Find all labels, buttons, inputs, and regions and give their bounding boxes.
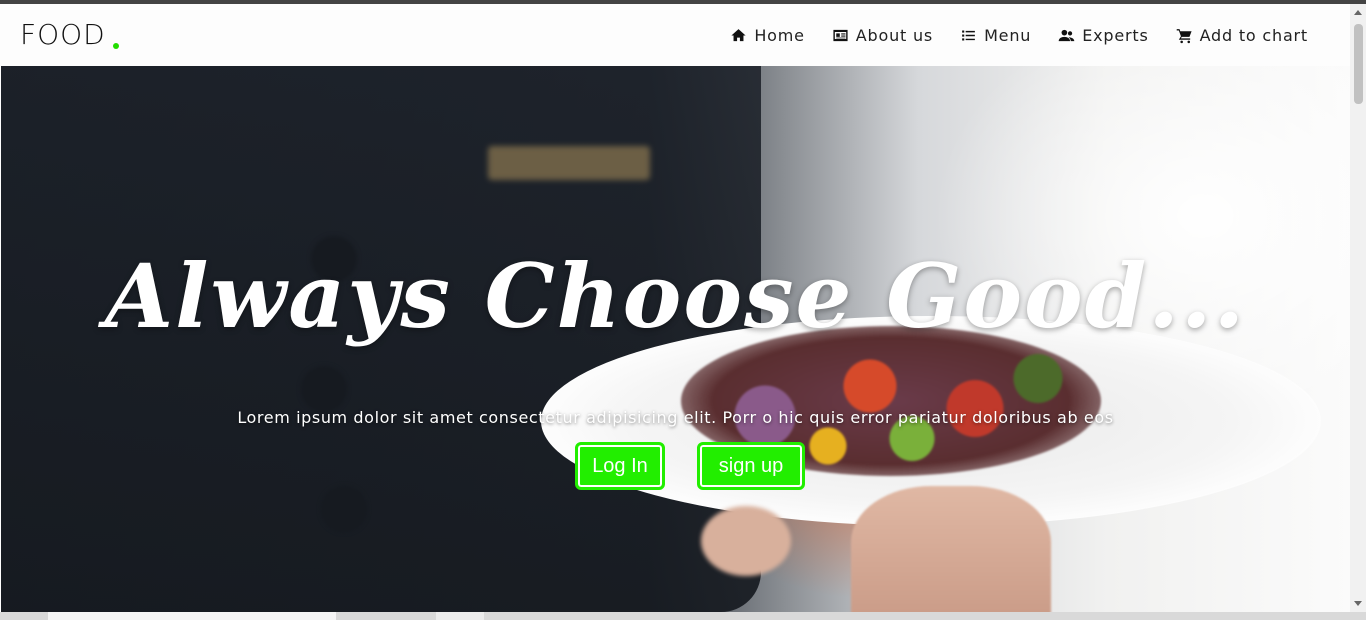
next-section-card — [436, 612, 484, 620]
nav-about[interactable]: About us — [831, 26, 933, 45]
nav-home[interactable]: Home — [729, 26, 804, 45]
home-icon — [731, 28, 746, 41]
nav-experts[interactable]: Experts — [1057, 26, 1148, 45]
scroll-down-arrow-icon[interactable] — [1354, 601, 1362, 606]
scroll-thumb[interactable] — [1354, 24, 1363, 104]
vertical-scrollbar[interactable] — [1350, 4, 1366, 612]
cart-icon — [1176, 28, 1192, 43]
nav-about-label: About us — [855, 25, 934, 45]
hero-apron-button — [301, 366, 347, 412]
hero-hand — [851, 486, 1051, 612]
nav-menu[interactable]: Menu — [959, 26, 1031, 45]
hero-headline: Always Choose Good... — [104, 244, 1247, 348]
brand-logo[interactable]: FOOD — [20, 18, 106, 51]
scroll-up-arrow-icon[interactable] — [1354, 10, 1362, 15]
top-navbar: FOOD Home About us Menu Experts Add to c… — [0, 4, 1350, 66]
signup-button[interactable]: sign up — [697, 442, 805, 490]
next-section-peek — [0, 612, 1366, 620]
list-icon — [962, 30, 975, 40]
login-button[interactable]: Log In — [575, 442, 665, 490]
hero-name-tag — [488, 146, 650, 180]
nav-menu-label: Menu — [984, 25, 1032, 45]
nav-add-to-chart-label: Add to chart — [1199, 25, 1308, 45]
id-card-icon — [833, 29, 848, 41]
hero-subtitle: Lorem ipsum dolor sit amet consectetur a… — [237, 408, 1114, 427]
nav-experts-label: Experts — [1082, 25, 1149, 45]
next-section-card — [48, 612, 336, 620]
nav-add-to-chart[interactable]: Add to chart — [1175, 26, 1308, 45]
hero-apron-button — [321, 486, 367, 532]
nav-home-label: Home — [754, 25, 805, 45]
brand-dot — [113, 43, 119, 49]
hero-banner: Always Choose Good... Lorem ipsum dolor … — [1, 66, 1350, 612]
users-icon — [1058, 29, 1075, 41]
main-nav: Home About us Menu Experts Add to chart — [729, 4, 1308, 66]
hero-hand-thumb — [701, 506, 791, 576]
